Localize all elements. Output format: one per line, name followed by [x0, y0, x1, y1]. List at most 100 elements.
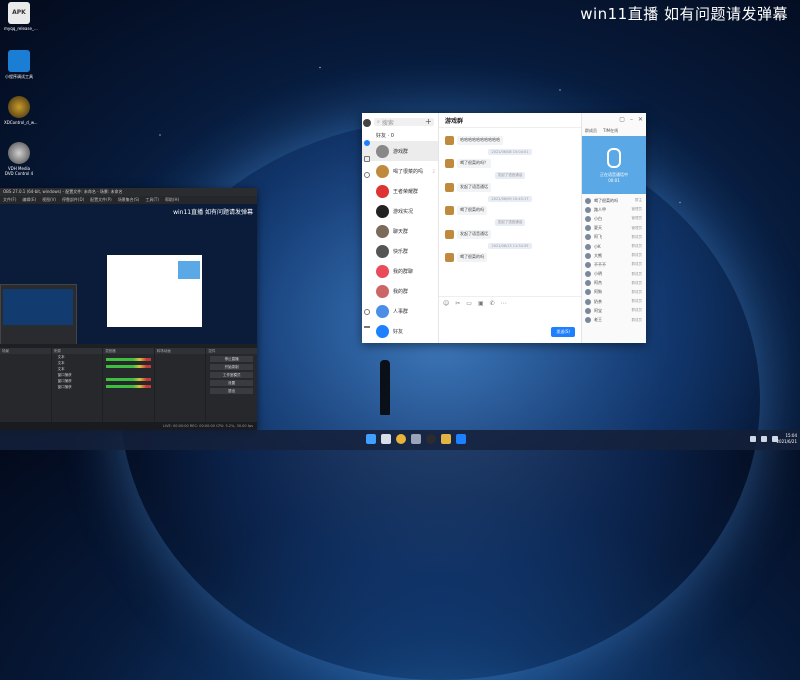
send-button[interactable]: 发送(S): [551, 327, 575, 337]
conversation-name: 我的群聊: [393, 268, 414, 275]
start-icon[interactable]: [366, 434, 376, 444]
menu-item-docks[interactable]: 停靠部件(D): [62, 196, 84, 204]
list-item[interactable]: 阿杰 群成员: [582, 279, 646, 288]
list-item[interactable]: 小明 群成员: [582, 270, 646, 279]
message-input[interactable]: 发送(S): [439, 309, 581, 343]
image-icon[interactable]: ▣: [478, 300, 484, 307]
search-icon[interactable]: [381, 434, 391, 444]
desktop-icon-apk[interactable]: APK myqq_release_...: [4, 2, 38, 31]
voice-call-panel[interactable]: 正在语音通话中 00:01: [582, 136, 646, 194]
scissors-icon[interactable]: ✂: [455, 300, 460, 307]
menu-item-edit[interactable]: 编辑(E): [22, 196, 36, 204]
conversation-name: 好友: [393, 328, 404, 335]
desktop-icon-devtool[interactable]: 小程序调试工具: [4, 50, 34, 79]
menu-icon[interactable]: [364, 326, 370, 328]
message: 发起了语音通话: [445, 183, 575, 192]
qq-icon[interactable]: [456, 434, 466, 444]
space-icon[interactable]: [364, 172, 370, 178]
stop-streaming-button[interactable]: 停止直播: [210, 356, 253, 362]
list-item[interactable]: 小K 群成员: [582, 242, 646, 251]
message: 哈哈哈哈哈哈哈哈哈哈: [445, 136, 575, 145]
list-item[interactable]: 好友: [362, 321, 438, 341]
add-button[interactable]: +: [425, 118, 433, 126]
member-name: 夏天: [594, 225, 602, 231]
file-explorer-icon[interactable]: [441, 434, 451, 444]
list-item[interactable]: 阿狗 群成员: [582, 288, 646, 297]
devtool-icon: [8, 50, 30, 72]
member-role: 群成员: [631, 317, 643, 322]
list-item[interactable]: 夏天 管理员: [582, 224, 646, 233]
panel-header: 混音器: [103, 348, 154, 354]
member-role: 群成员: [631, 308, 643, 313]
conversation-name: 人事群: [393, 308, 409, 315]
menu-item-tools[interactable]: 工具(T): [145, 196, 159, 204]
icon-rail: [362, 113, 372, 343]
list-item[interactable]: 快乐群: [362, 241, 438, 261]
tab-tim[interactable]: TIM在线: [603, 128, 618, 134]
menu-item-file[interactable]: 文件(F): [3, 196, 16, 204]
menu-item-profile[interactable]: 配置文件(P): [90, 196, 112, 204]
list-item[interactable]: 阿宝 群成员: [582, 306, 646, 315]
panel-header: 场景: [0, 348, 51, 354]
more-icon[interactable]: ⋯: [501, 300, 507, 307]
avatar[interactable]: [363, 119, 371, 127]
settings-button[interactable]: 设置: [210, 380, 253, 386]
list-item[interactable]: 喝了很菜的吗 群主: [582, 196, 646, 205]
apk-icon: APK: [8, 2, 30, 24]
source-item[interactable]: 窗口捕获: [52, 384, 103, 390]
member-role: 管理员: [631, 207, 643, 212]
avatar: [585, 234, 591, 241]
studio-mode-button[interactable]: 工作室模式: [210, 372, 253, 378]
dock-panels: 场景 来源 文本 文本 文本 窗口捕获 窗口捕获 窗口捕获 混音器 转场动画 控…: [0, 348, 257, 430]
list-item[interactable]: 我的群: [362, 281, 438, 301]
folder-icon[interactable]: ▭: [466, 300, 472, 307]
message-text: 发起了语音通话: [457, 183, 491, 192]
system-message: 2021/06/13 11:34:35: [445, 243, 575, 249]
chrome-icon[interactable]: [396, 434, 406, 444]
tab-members[interactable]: 群成员: [585, 128, 597, 134]
chevron-up-icon[interactable]: [750, 436, 756, 442]
list-item[interactable]: 老王 群成员: [582, 315, 646, 324]
settings-icon[interactable]: [364, 309, 370, 315]
exit-button[interactable]: 退出: [210, 388, 253, 394]
emoji-icon[interactable]: ☺: [443, 300, 449, 307]
panel-header: 转场动画: [154, 348, 206, 354]
menu-item-help[interactable]: 帮助(H): [165, 196, 179, 204]
list-item[interactable]: 游戏群: [362, 141, 438, 161]
menu-item-view[interactable]: 视图(V): [42, 196, 56, 204]
clock[interactable]: 15:04 2021/6/21: [776, 433, 797, 445]
widgets-icon[interactable]: [411, 434, 421, 444]
list-item[interactable]: 小白 管理员: [582, 214, 646, 223]
list-item[interactable]: 人事群: [362, 301, 438, 321]
desktop-icon-label: VDH Media DVD Control 4: [4, 166, 34, 176]
preview-canvas[interactable]: win11直播 如有问题请发弹幕: [0, 204, 257, 344]
desktop-icon-vdh[interactable]: VDH Media DVD Control 4: [4, 142, 34, 176]
list-item[interactable]: 不不不 群成员: [582, 260, 646, 269]
minimize-icon[interactable]: –: [630, 116, 633, 123]
network-icon[interactable]: [761, 436, 767, 442]
member-role: 管理员: [631, 225, 643, 230]
list-item[interactable]: 奶茶 群成员: [582, 297, 646, 306]
list-item[interactable]: 路人甲 管理员: [582, 205, 646, 214]
list-item[interactable]: 王者荣耀群: [362, 181, 438, 201]
desktop-icon-xdcontrol[interactable]: XDControl_d_w...: [4, 96, 38, 125]
member-role: 群成员: [631, 271, 643, 276]
list-item[interactable]: 大熊 群成员: [582, 251, 646, 260]
list-item[interactable]: 好友 · 0: [362, 129, 438, 141]
close-icon[interactable]: ✕: [638, 116, 643, 123]
contacts-icon[interactable]: [364, 156, 370, 162]
search-icon: ⌕: [377, 119, 380, 125]
message-icon[interactable]: [364, 140, 370, 146]
list-item[interactable]: 聊天群: [362, 221, 438, 241]
obs-icon[interactable]: [426, 434, 436, 444]
pin-icon[interactable]: ▢: [619, 116, 625, 123]
start-recording-button[interactable]: 开始录制: [210, 364, 253, 370]
message: 喝了很菜的吗: [445, 206, 575, 215]
menu-item-scene-collection[interactable]: 场景集合(S): [118, 196, 140, 204]
list-item[interactable]: 我的群聊: [362, 261, 438, 281]
preview-chat-window: [107, 255, 202, 327]
list-item[interactable]: 阿飞 群成员: [582, 233, 646, 242]
list-item[interactable]: 喝了很菜的吗 2: [362, 161, 438, 181]
phone-icon[interactable]: ✆: [490, 300, 495, 307]
list-item[interactable]: 游戏实况: [362, 201, 438, 221]
